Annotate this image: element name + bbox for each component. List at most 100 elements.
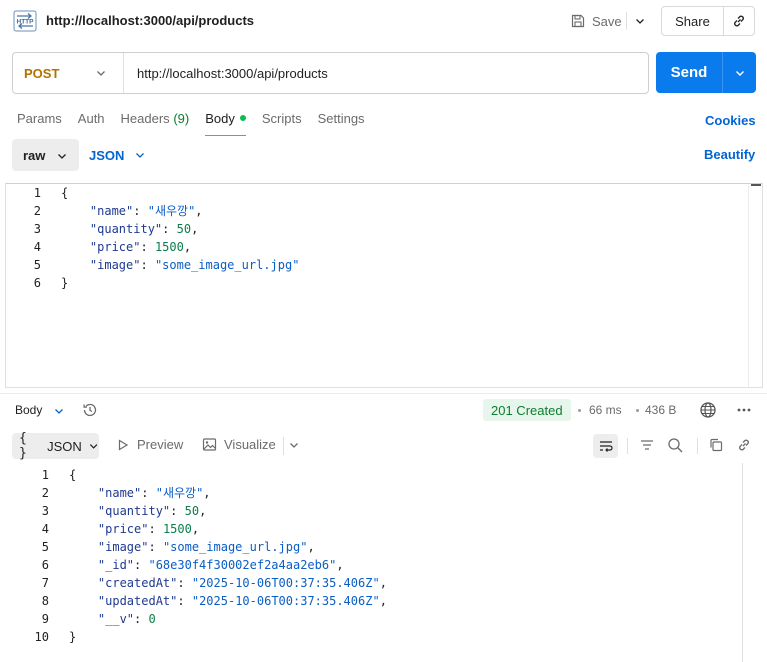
line-number: 2 (33, 204, 41, 218)
code-token: "__v" (97, 612, 135, 626)
save-button[interactable]: Save (566, 9, 626, 33)
body-mode-select[interactable]: raw (12, 139, 79, 171)
tab-scripts[interactable]: Scripts (262, 111, 302, 135)
send-options-button[interactable] (723, 52, 756, 93)
wrap-lines-icon (599, 441, 613, 452)
send-button[interactable]: Send (656, 52, 723, 93)
history-icon[interactable] (81, 401, 99, 419)
tab-params[interactable]: Params (17, 111, 62, 135)
code-line[interactable]: 5 "image": "some_image_url.jpg" (5, 256, 300, 274)
code-token: , (183, 240, 192, 254)
code-token: "updatedAt" (97, 594, 178, 608)
response-body-label[interactable]: Body (15, 403, 42, 417)
code-token: 50 (184, 504, 200, 518)
code-line[interactable]: 10} (14, 628, 387, 646)
request-tabs: Params Auth Headers (9) Body Scripts Set… (17, 111, 381, 136)
code-token: , (199, 504, 207, 518)
code-line[interactable]: 2 "name": "새우깡", (5, 202, 299, 220)
save-icon (571, 14, 585, 28)
code-line[interactable]: 9 "__v": 0 (14, 610, 387, 628)
http-icon: HTTP (13, 10, 37, 32)
line-content: "_id": "68e30f4f30002ef2a4aa2eb6", (49, 556, 344, 574)
more-options-icon[interactable] (736, 402, 752, 418)
code-line[interactable]: 7 "createdAt": "2025-10-06T00:37:35.406Z… (14, 574, 387, 592)
chevron-down-icon[interactable] (288, 439, 300, 451)
headers-count: (9) (173, 111, 190, 126)
code-line[interactable]: 5 "image": "some_image_url.jpg", (14, 538, 387, 556)
filter-icon[interactable] (639, 437, 655, 453)
preview-button[interactable]: Preview (116, 437, 183, 452)
code-token: "some_image_url.jpg" (154, 258, 300, 272)
response-time[interactable]: 66 ms (589, 403, 622, 417)
tab-auth[interactable]: Auth (78, 111, 105, 135)
chevron-down-icon[interactable] (53, 405, 65, 417)
line-number: 6 (41, 558, 49, 572)
code-line[interactable]: 1{ (14, 466, 387, 484)
copy-icon[interactable] (708, 437, 724, 453)
wrap-lines-button[interactable] (593, 434, 618, 458)
response-format-select[interactable]: { } JSON (12, 431, 99, 461)
code-token: "name" (89, 204, 134, 218)
status-badge[interactable]: 201 Created (483, 399, 571, 421)
method-select[interactable]: POST (13, 53, 124, 93)
chevron-down-icon (636, 19, 644, 24)
divider (697, 438, 698, 454)
code-line[interactable]: 4 "price": 1500, (5, 238, 299, 256)
code-line[interactable]: 3 "quantity": 50, (5, 220, 299, 238)
code-line[interactable]: 3 "quantity": 50, (14, 502, 387, 520)
title-bar: HTTP http://localhost:3000/api/products … (0, 0, 767, 42)
code-line[interactable]: 6 "_id": "68e30f4f30002ef2a4aa2eb6", (14, 556, 387, 574)
response-scrollbar[interactable] (742, 463, 743, 662)
line-number: 5 (41, 540, 49, 554)
line-number: 7 (41, 576, 49, 590)
url-input[interactable]: http://localhost:3000/api/products (124, 66, 328, 81)
save-label: Save (592, 13, 622, 29)
code-token: : (148, 540, 163, 554)
save-options-button[interactable] (630, 9, 650, 33)
line-content: "createdAt": "2025-10-06T00:37:35.406Z", (49, 574, 387, 592)
tab-settings[interactable]: Settings (318, 111, 365, 135)
search-icon[interactable] (667, 437, 684, 454)
tab-body[interactable]: Body (205, 111, 246, 136)
line-number: 6 (33, 276, 41, 290)
visualize-button[interactable]: Visualize (202, 437, 276, 452)
active-indicator-dot (239, 115, 246, 121)
line-number: 10 (34, 630, 49, 644)
copy-link-button[interactable] (724, 7, 754, 35)
beautify-link[interactable]: Beautify (704, 147, 755, 162)
line-number: 1 (41, 468, 49, 482)
share-button[interactable]: Share (662, 7, 724, 35)
response-body-code[interactable]: 1{2 "name": "새우깡", 3 "quantity": 50, 4 "pr… (14, 466, 387, 646)
line-content: "quantity": 50, (49, 502, 206, 520)
request-body-code[interactable]: 1{2 "name": "새우깡", 3 "quantity": 50, 4 "pr… (5, 184, 300, 292)
tab-headers[interactable]: Headers (9) (121, 111, 190, 135)
tab-label: Headers (120, 111, 170, 126)
code-line[interactable]: 1{ (5, 184, 299, 202)
editor-scrollbar[interactable] (748, 184, 762, 387)
code-line[interactable]: 8 "updatedAt": "2025-10-06T00:37:35.406Z… (14, 592, 387, 610)
code-token: , (203, 486, 211, 500)
globe-icon[interactable] (699, 401, 717, 419)
body-language-select[interactable]: JSON (89, 139, 146, 171)
code-token: , (379, 576, 387, 590)
line-content: "quantity": 50, (41, 220, 198, 238)
cookies-link[interactable]: Cookies (705, 113, 756, 128)
code-token: { (61, 186, 69, 200)
link-icon[interactable] (736, 437, 752, 453)
code-token: , (191, 522, 200, 536)
code-line[interactable]: 2 "name": "새우깡", (14, 484, 387, 502)
code-token: : (133, 204, 148, 218)
request-title[interactable]: http://localhost:3000/api/products (46, 13, 254, 28)
code-token: , (307, 540, 315, 554)
code-line[interactable]: 6} (5, 274, 299, 292)
response-size[interactable]: 436 B (645, 403, 676, 417)
line-content: } (49, 628, 76, 646)
line-content: "price": 1500, (49, 520, 199, 538)
code-line[interactable]: 4 "price": 1500, (14, 520, 387, 538)
